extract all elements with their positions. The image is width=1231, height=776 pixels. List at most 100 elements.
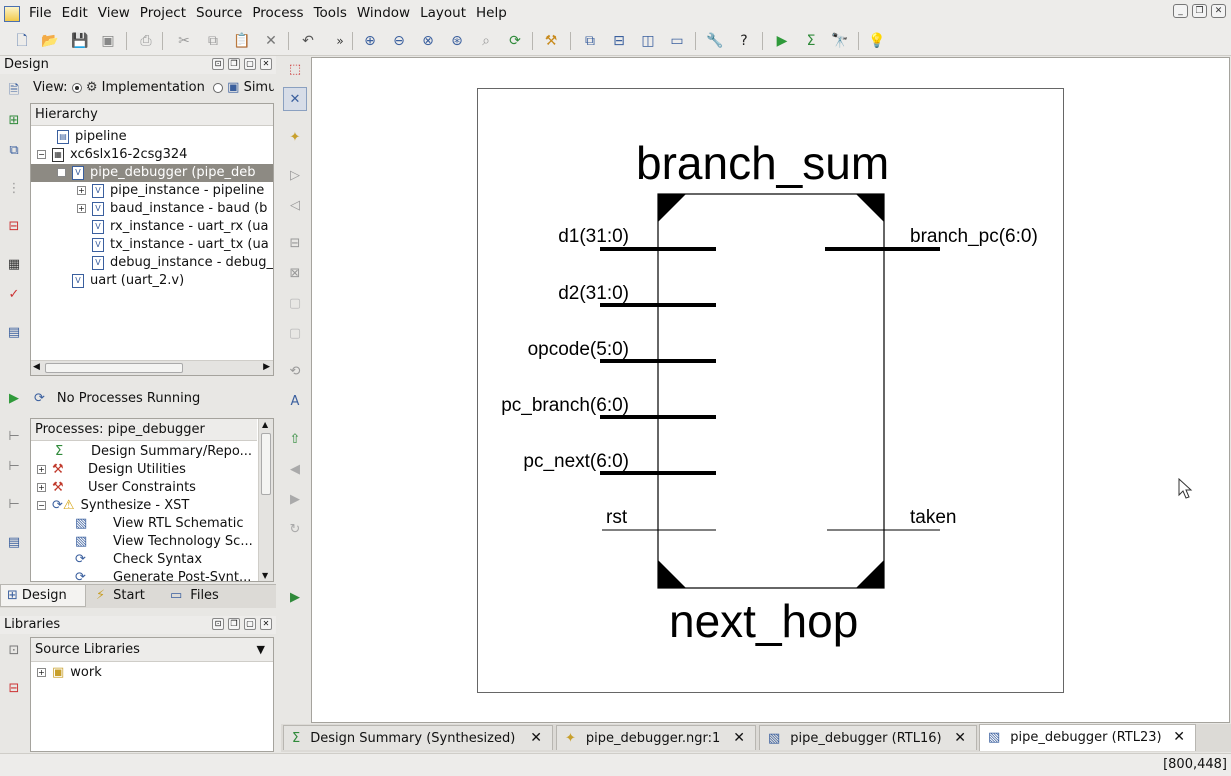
zoom-select-icon[interactable]: ⌕ <box>476 31 496 51</box>
minimize-icon[interactable]: _ <box>1173 4 1188 18</box>
print-icon[interactable]: ⎙ <box>136 31 156 51</box>
menu-help[interactable]: Help <box>471 0 512 27</box>
hammer-icon[interactable]: ⚒ <box>541 31 561 51</box>
tree-item-baud-instance[interactable]: + Vbaud_instance - baud (b <box>77 200 267 218</box>
close-tab-icon[interactable]: ✕ <box>1173 725 1185 750</box>
process-tree-3-icon[interactable]: ⊢ <box>5 496 23 514</box>
process-synthesize[interactable]: − ⟳⚠ Synthesize - XST <box>37 497 189 515</box>
menu-view[interactable]: View <box>93 0 135 27</box>
run-icon[interactable]: ▶ <box>772 31 792 51</box>
tree-item-uart[interactable]: Vuart (uart_2.v) <box>72 272 184 290</box>
tree-item-debug-instance[interactable]: Vdebug_instance - debug_ <box>92 254 273 272</box>
close-tab-icon[interactable]: ✕ <box>954 726 966 751</box>
pin-in-icon[interactable]: ▷ <box>286 167 304 185</box>
panel-icon[interactable]: ▤ <box>5 324 23 342</box>
process-design-summary[interactable]: Σ Design Summary/Repo... <box>55 443 252 461</box>
tab-design-summary[interactable]: Σ Design Summary (Synthesized) ✕ <box>283 725 553 750</box>
tree-item-pipe-instance[interactable]: + Vpipe_instance - pipeline <box>77 182 264 200</box>
panel-close-icon[interactable]: ✕ <box>260 58 272 70</box>
panel-maximize-icon[interactable]: ▢ <box>244 618 256 630</box>
close-tab-icon[interactable]: ✕ <box>733 726 745 751</box>
scroll-up-icon[interactable]: ▲ <box>262 420 268 429</box>
panel-close-icon[interactable]: ✕ <box>260 618 272 630</box>
refresh-icon[interactable]: ⟳ <box>505 31 525 51</box>
simulation-label[interactable]: Simulation <box>244 80 274 95</box>
expand-icon[interactable]: + <box>77 186 86 195</box>
menu-window[interactable]: Window <box>352 0 415 27</box>
go-to-icon[interactable]: ▶ <box>286 589 304 607</box>
delete-icon[interactable]: ✕ <box>261 31 281 51</box>
net-icon[interactable]: ⊠ <box>286 265 304 283</box>
schematic-canvas[interactable]: branch_sum next_hop d1(31:0) d2(31:0) op… <box>311 57 1230 723</box>
save-icon[interactable]: 💾 <box>70 31 90 51</box>
panel-2-icon[interactable]: ▤ <box>5 534 23 552</box>
process-tree-2-icon[interactable]: ⊢ <box>5 458 23 476</box>
overflow-icon[interactable]: » <box>330 31 350 51</box>
tab-start[interactable]: ⚡ Start <box>90 585 162 607</box>
menu-file[interactable]: File <box>24 0 57 27</box>
forward-icon[interactable]: ▶ <box>286 491 304 509</box>
close-icon[interactable]: ✕ <box>1211 4 1226 18</box>
zoom-area-icon[interactable]: ⊛ <box>447 31 467 51</box>
menu-process[interactable]: Process <box>247 0 308 27</box>
rotate-icon[interactable]: ⟲ <box>286 363 304 381</box>
tab-rtl16[interactable]: ▧ pipe_debugger (RTL16) ✕ <box>759 725 977 750</box>
open-folder-icon[interactable]: 📂 <box>40 31 60 51</box>
select-icon[interactable]: ⬚ <box>286 61 304 79</box>
add-symbol-icon[interactable]: ✦ <box>286 129 304 147</box>
tile-horizontal-icon[interactable]: ⊟ <box>609 31 629 51</box>
bus-icon[interactable]: ⊟ <box>286 235 304 253</box>
scroll-down-icon[interactable]: ▼ <box>262 571 268 580</box>
copy-icon[interactable]: ⧉ <box>203 31 223 51</box>
tab-files[interactable]: ▭ Files <box>164 585 230 607</box>
chevron-down-icon[interactable]: ▼ <box>257 638 265 662</box>
sigma-icon[interactable]: Σ <box>801 31 821 51</box>
processes-vscroll-thumb[interactable] <box>261 433 271 495</box>
collapse-icon[interactable]: − <box>37 150 46 159</box>
run-process-icon[interactable]: ▶ <box>5 390 23 408</box>
process-design-utilities[interactable]: + ⚒ Design Utilities <box>37 461 186 479</box>
tree-item-pipeline[interactable]: ▤ pipeline <box>57 128 127 146</box>
process-check-syntax[interactable]: ⟳ Check Syntax <box>75 551 202 569</box>
library-icon[interactable]: ⊡ <box>5 642 23 660</box>
add-source-icon[interactable]: ⊞ <box>5 112 23 130</box>
zoom-out-icon[interactable]: ⊖ <box>389 31 409 51</box>
menu-tools[interactable]: Tools <box>309 0 352 27</box>
expand-icon[interactable]: + <box>77 204 86 213</box>
paste-icon[interactable]: 📋 <box>232 31 252 51</box>
menu-source[interactable]: Source <box>191 0 247 27</box>
tab-design[interactable]: ⊞ Design <box>0 585 86 607</box>
menu-edit[interactable]: Edit <box>57 0 93 27</box>
add-copy-icon[interactable]: ⧉ <box>5 142 23 160</box>
collapse-icon[interactable]: − <box>57 168 66 177</box>
chip-icon[interactable]: ▦ <box>5 256 23 274</box>
hierarchy-icon[interactable]: ⋮ <box>5 180 23 198</box>
wrench-icon[interactable]: 🔧 <box>705 31 725 51</box>
collapse-icon[interactable]: − <box>37 501 46 510</box>
hierarchy-hscroll-thumb[interactable] <box>45 363 183 373</box>
process-generate-post[interactable]: ⟳ Generate Post-Synt... <box>75 569 251 581</box>
new-source-icon[interactable]: 🗎 <box>5 82 23 100</box>
history-icon[interactable]: ↻ <box>286 521 304 539</box>
panel-float-icon[interactable]: ⊡ <box>212 618 224 630</box>
implementation-radio[interactable] <box>71 82 82 93</box>
back-icon[interactable]: ◀ <box>286 461 304 479</box>
scroll-left-icon[interactable]: ◀ <box>33 362 40 372</box>
text-icon[interactable]: A <box>286 393 304 411</box>
tree-item-device[interactable]: − ▦ xc6slx16-2csg324 <box>37 146 187 164</box>
tile-vertical-icon[interactable]: ◫ <box>638 31 658 51</box>
zoom-in-icon[interactable]: ⊕ <box>360 31 380 51</box>
scroll-right-icon[interactable]: ▶ <box>263 362 270 372</box>
undo-icon[interactable]: ↶ <box>298 31 318 51</box>
tab-ngr[interactable]: ✦ pipe_debugger.ngr:1 ✕ <box>556 725 756 750</box>
restore-icon[interactable]: ❐ <box>1192 4 1207 18</box>
close-tab-icon[interactable]: ✕ <box>530 726 542 751</box>
pin-out-icon[interactable]: ◁ <box>286 197 304 215</box>
hierarchy-hscrollbar[interactable]: ◀ ▶ <box>31 360 273 375</box>
remove-source-icon[interactable]: ⊟ <box>5 218 23 236</box>
expand-icon[interactable]: + <box>37 465 46 474</box>
zoom-fit-icon[interactable]: ⊗ <box>418 31 438 51</box>
tab-rtl23[interactable]: ▧ pipe_debugger (RTL23) ✕ <box>979 724 1196 751</box>
menu-layout[interactable]: Layout <box>415 0 471 27</box>
ungroup-icon[interactable]: ▢ <box>286 325 304 343</box>
